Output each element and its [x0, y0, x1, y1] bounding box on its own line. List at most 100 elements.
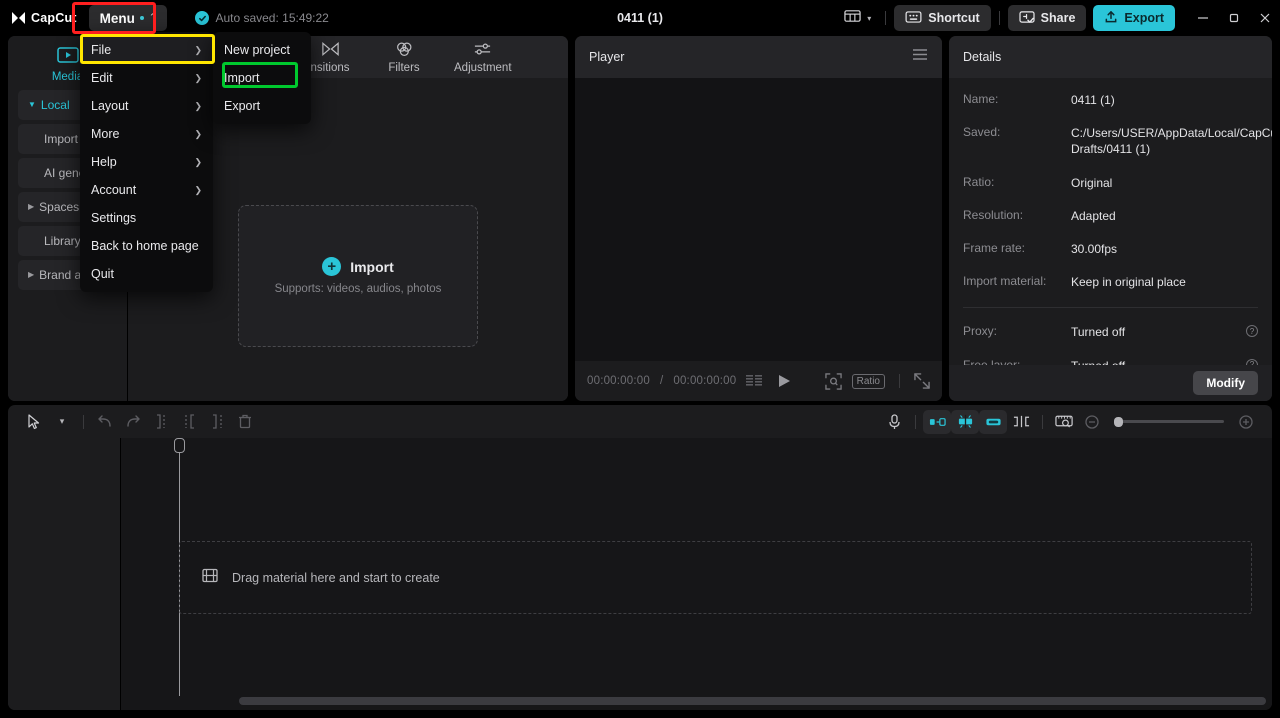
close-button[interactable]: [1249, 0, 1280, 36]
menu-item-file-label: File: [91, 43, 112, 57]
modify-button[interactable]: Modify: [1193, 371, 1258, 395]
redo-icon[interactable]: [119, 410, 147, 434]
undo-icon[interactable]: [91, 410, 119, 434]
split-icon[interactable]: [147, 410, 175, 434]
timeline-panel: ▾ Drag material here and start to create: [8, 405, 1272, 710]
tab-transitions[interactable]: nsitions: [306, 41, 354, 74]
chevron-right-icon-account: ❯: [194, 184, 202, 195]
tool-dropdown-caret-icon[interactable]: ▾: [48, 410, 76, 434]
plus-circle-icon: +: [322, 257, 342, 276]
player-preview-stage[interactable]: [575, 78, 942, 361]
tab-filters-label: Filters: [388, 61, 420, 74]
timeline-playhead-handle[interactable]: [174, 438, 185, 453]
trim-right-icon[interactable]: [203, 410, 231, 434]
trim-left-icon[interactable]: [175, 410, 203, 434]
menu-item-help[interactable]: Help ❯: [80, 148, 213, 176]
detail-value-proxy: Turned off: [1071, 325, 1126, 340]
ratio-button[interactable]: Ratio: [851, 373, 885, 389]
divider-2: [998, 11, 1000, 25]
tab-filters[interactable]: Filters: [380, 41, 428, 74]
player-menu-icon[interactable]: [912, 48, 928, 66]
frame-step-icon[interactable]: [746, 375, 764, 387]
media-icon: [56, 47, 79, 68]
check-circle-icon: [195, 11, 210, 25]
timeline-zoom-knob[interactable]: [1114, 416, 1123, 427]
detail-value-name: 0411 (1): [1071, 93, 1115, 107]
zoom-out-icon[interactable]: [1078, 410, 1106, 434]
tab-transitions-label: nsitions: [310, 61, 350, 74]
split-marker-icon[interactable]: [1007, 410, 1035, 434]
film-strip-icon: [202, 568, 218, 588]
player-title: Player: [589, 50, 625, 64]
timeline-canvas[interactable]: Drag material here and start to create: [121, 438, 1272, 710]
timeline-zoom-slider[interactable]: [1114, 416, 1224, 427]
menu-item-quit-label: Quit: [91, 267, 114, 281]
menu-button[interactable]: Menu ⌃: [88, 5, 168, 31]
layout-switcher-button[interactable]: ▾: [838, 5, 877, 31]
detail-value-frame-rate: 30.00fps: [1071, 241, 1118, 256]
auto-snap-icon[interactable]: [951, 409, 979, 434]
timeline-empty-track[interactable]: Drag material here and start to create: [179, 541, 1252, 614]
export-button[interactable]: Export: [1093, 5, 1175, 31]
chevron-down-icon: ▼: [28, 100, 36, 109]
divider: [885, 11, 887, 25]
import-dropzone[interactable]: + Import Supports: videos, audios, photo…: [238, 205, 478, 347]
submenu-item-new-project[interactable]: New project: [213, 36, 311, 64]
menu-item-layout[interactable]: Layout ❯: [80, 92, 213, 120]
fullscreen-icon[interactable]: [914, 373, 930, 389]
divider-tl-3: [1042, 414, 1043, 429]
play-button-icon[interactable]: [778, 374, 791, 388]
titlebar-actions: ▾ Shortcut Share Export: [838, 0, 1280, 36]
details-body: Name: 0411 (1) Saved: C:/Users/USER/AppD…: [949, 78, 1272, 401]
link-clips-icon[interactable]: [979, 409, 1007, 434]
divider-3: [899, 374, 900, 388]
menu-item-more[interactable]: More ❯: [80, 120, 213, 148]
menu-item-account[interactable]: Account ❯: [80, 176, 213, 204]
submenu-item-export-label: Export: [224, 99, 261, 113]
microphone-icon[interactable]: [880, 410, 908, 434]
timeline-track-headers: [8, 438, 121, 710]
chevron-right-icon-file: ❯: [194, 44, 202, 55]
submenu-item-export[interactable]: Export: [213, 92, 311, 120]
auto-cut-icon[interactable]: [923, 409, 951, 434]
share-button[interactable]: Share: [1007, 5, 1087, 31]
menu-item-file[interactable]: File ❯: [80, 36, 213, 64]
file-submenu: New project Import Export: [213, 32, 311, 124]
transitions-icon: [321, 41, 340, 60]
menu-item-settings[interactable]: Settings: [80, 204, 213, 232]
import-dropzone-row: + Import: [322, 257, 394, 276]
select-tool-icon[interactable]: [20, 410, 48, 434]
menu-item-settings-label: Settings: [91, 211, 137, 225]
maximize-button[interactable]: [1218, 0, 1249, 36]
details-divider: [963, 307, 1258, 309]
help-icon-proxy[interactable]: ?: [1246, 325, 1258, 338]
detail-key-ratio: Ratio:: [963, 174, 995, 189]
export-label: Export: [1124, 11, 1164, 25]
autosave-text: Auto saved: 15:49:22: [215, 11, 329, 25]
sidebar-item-spaces-label: Spaces: [39, 200, 80, 214]
preview-ruler-icon[interactable]: [1050, 410, 1078, 434]
divider-tl-1: [83, 414, 84, 429]
menu-item-account-label: Account: [91, 183, 137, 197]
zoom-fit-icon[interactable]: [824, 372, 842, 390]
menu-item-back-to-home-page[interactable]: Back to home page: [80, 232, 213, 260]
menu-item-edit[interactable]: Edit ❯: [80, 64, 213, 92]
app-logo-text: CapCut: [31, 11, 77, 25]
delete-icon[interactable]: [231, 410, 259, 434]
menu-status-dot-icon: [139, 16, 144, 20]
keyboard-icon: [905, 10, 922, 26]
chevron-right-icon-2: ▶: [28, 270, 35, 279]
submenu-item-import[interactable]: Import: [213, 64, 311, 92]
menu-item-quit[interactable]: Quit: [80, 260, 213, 288]
tab-adjustment[interactable]: Adjustment: [454, 41, 512, 74]
import-dropzone-title: Import: [350, 258, 394, 275]
detail-value-resolution: Adapted: [1071, 208, 1116, 223]
title-bar: CapCut Menu ⌃ Auto saved: 15:49:22 0411 …: [0, 0, 1280, 36]
shortcut-button[interactable]: Shortcut: [894, 5, 991, 31]
zoom-in-icon[interactable]: [1232, 410, 1260, 434]
timeline-horizontal-scrollbar[interactable]: [239, 697, 1266, 705]
menu-button-label: Menu: [99, 10, 135, 26]
detail-key-name: Name:: [963, 92, 999, 106]
minimize-button[interactable]: [1187, 0, 1218, 36]
detail-key-saved: Saved:: [963, 125, 1001, 140]
